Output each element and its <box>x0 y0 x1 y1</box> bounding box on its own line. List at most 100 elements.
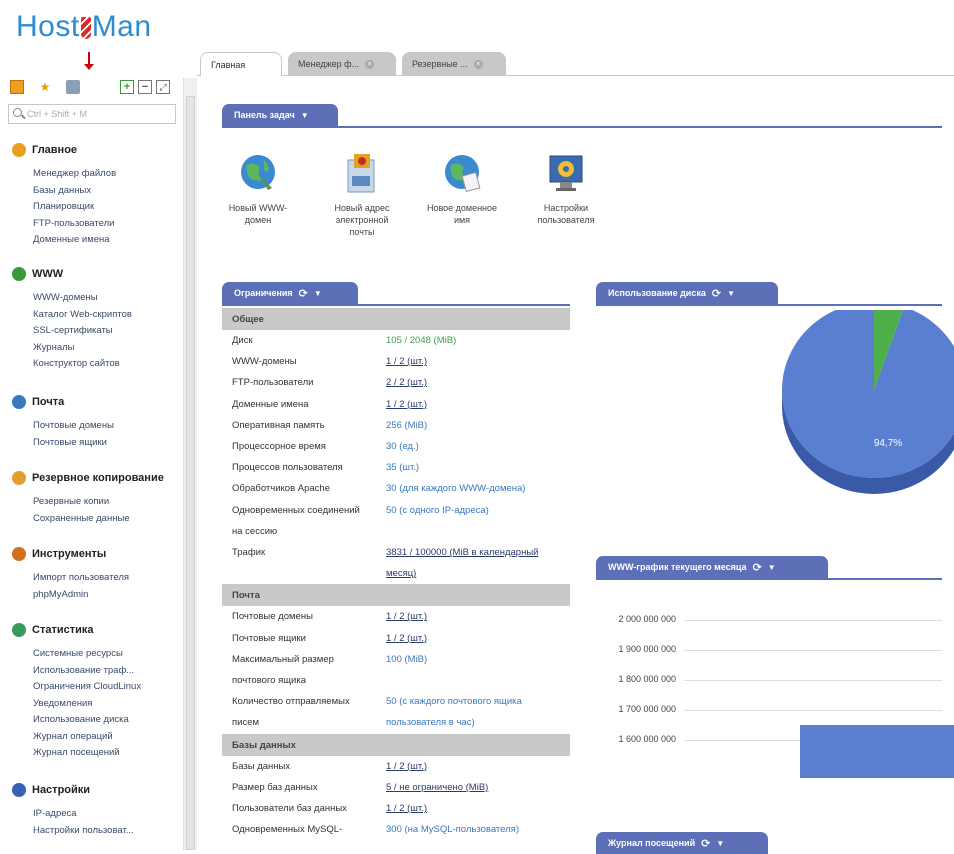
sidebar-heading-main[interactable]: Главное <box>12 142 116 158</box>
sidebar-heading-mail[interactable]: Почта <box>12 394 114 410</box>
limit-label: WWW-домены <box>232 356 297 368</box>
search-input[interactable]: Ctrl + Shift + M <box>8 104 176 124</box>
visits-header[interactable]: Журнал посещений ⟳ ▼ <box>596 832 768 854</box>
search-icon <box>13 108 22 117</box>
traffic-bar <box>800 725 954 778</box>
sidebar-item[interactable]: Ограничения CloudLinux <box>12 679 141 696</box>
limit-value[interactable]: 1 / 2 (шт.) <box>386 798 570 819</box>
sidebar-scrollbar[interactable] <box>183 78 197 850</box>
sidebar-heading-label: Инструменты <box>32 548 107 560</box>
dropdown-icon: ▼ <box>727 288 735 298</box>
sidebar-item[interactable]: Настройки пользоват... <box>12 823 134 840</box>
limit-value[interactable]: 1 / 2 (шт.) <box>386 756 570 777</box>
sidebar-heading-backup[interactable]: Резервное копирование <box>12 470 164 486</box>
sidebar-item[interactable]: Почтовые домены <box>12 418 114 435</box>
sidebar-section-tools: Инструменты Импорт пользователя phpMyAdmin <box>12 546 129 603</box>
tab-backups[interactable]: Резервные ... × <box>402 52 506 76</box>
sidebar-item[interactable]: Конструктор сайтов <box>12 356 132 373</box>
sidebar-item[interactable]: Журнал посещений <box>12 745 141 762</box>
case-icon[interactable] <box>66 80 80 94</box>
limit-value[interactable]: 1 / 2 (шт.) <box>386 394 570 415</box>
refresh-icon[interactable]: ⟳ <box>299 287 308 300</box>
settings-icon <box>546 152 586 196</box>
sidebar-heading-tools[interactable]: Инструменты <box>12 546 129 562</box>
limits-row: Пользователи баз данных 1 / 2 (шт.) <box>222 798 570 819</box>
taskpanel-header[interactable]: Панель задач ▼ <box>222 104 338 126</box>
limit-value[interactable]: 5 / не ограничено (MiB) <box>386 777 570 798</box>
sidebar-heading-settings[interactable]: Настройки <box>12 782 134 798</box>
limit-value[interactable]: 1 / 2 (шт.) <box>386 628 570 649</box>
sidebar-item[interactable]: Журнал операций <box>12 729 141 746</box>
sidebar-item[interactable]: WWW-домены <box>12 290 132 307</box>
sidebar-toolbar: ★ + − ⤢ <box>8 78 180 98</box>
sidebar-heading-label: Статистика <box>32 624 94 636</box>
limit-value[interactable]: 1 / 2 (шт.) <box>386 606 570 627</box>
sidebar-item[interactable]: FTP-пользователи <box>12 216 116 233</box>
limit-label: Доменные имена <box>232 398 309 410</box>
sidebar-item[interactable]: Уведомления <box>12 696 141 713</box>
menu-icon[interactable] <box>10 80 24 94</box>
sidebar-item[interactable]: Каталог Web-скриптов <box>12 307 132 324</box>
expand-icon[interactable]: + <box>120 80 134 94</box>
collapse-icon[interactable]: − <box>138 80 152 94</box>
task-new-domain-name[interactable]: Новое доменное имя <box>422 152 502 226</box>
sidebar-heading-stats[interactable]: Статистика <box>12 622 141 638</box>
disk-usage-pie: 94,7% <box>782 310 954 494</box>
sidebar-item[interactable]: Сохраненные данные <box>12 511 164 528</box>
sidebar-item[interactable]: Журналы <box>12 340 132 357</box>
task-user-settings[interactable]: Настройки пользователя <box>526 152 606 226</box>
limit-value[interactable]: месяц) <box>386 563 570 584</box>
sidebar-item[interactable]: phpMyAdmin <box>12 587 129 604</box>
sidebar-heading-label: Почта <box>32 396 65 408</box>
refresh-icon[interactable]: ⟳ <box>701 837 710 850</box>
limit-value[interactable]: 3831 / 100000 (MiB в календарный <box>386 542 570 563</box>
tab-main[interactable]: Главная <box>200 52 282 76</box>
sidebar-heading-label: Резервное копирование <box>32 472 164 484</box>
traffic-header[interactable]: WWW-график текущего месяца ⟳ ▼ <box>596 556 828 578</box>
sidebar-item[interactable]: Планировщик <box>12 199 116 216</box>
mail-icon <box>12 395 26 409</box>
main-icon <box>12 143 26 157</box>
limits-header[interactable]: Ограничения ⟳ ▼ <box>222 282 358 304</box>
limits-row: Диск 105 / 2048 (MiB) <box>222 330 570 351</box>
refresh-icon[interactable]: ⟳ <box>753 561 762 574</box>
sidebar-item[interactable]: Менеджер файлов <box>12 166 116 183</box>
sidebar-item[interactable]: Импорт пользователя <box>12 570 129 587</box>
task-new-www-domain[interactable]: Новый WWW-домен <box>218 152 298 226</box>
limits-row: Почтовые домены 1 / 2 (шт.) <box>222 606 570 627</box>
sidebar-item[interactable]: Резервные копии <box>12 494 164 511</box>
close-icon[interactable]: × <box>365 59 375 69</box>
limits-row: месяц) <box>222 563 570 584</box>
limit-label: Оперативная память <box>232 419 325 431</box>
tab-file-manager[interactable]: Менеджер ф... × <box>288 52 396 76</box>
refresh-icon[interactable]: ⟳ <box>712 287 721 300</box>
limit-label: Размер баз данных <box>232 781 318 793</box>
limits-row: FTP-пользователи 2 / 2 (шт.) <box>222 372 570 393</box>
task-new-email[interactable]: Новый адрес электронной почты <box>322 152 402 238</box>
sidebar-item[interactable]: Базы данных <box>12 183 116 200</box>
sidebar-item[interactable]: SSL-сертификаты <box>12 323 132 340</box>
disk-usage-header[interactable]: Использование диска ⟳ ▼ <box>596 282 778 304</box>
pin-icon[interactable]: ⤢ <box>156 80 170 94</box>
limit-label: на сессию <box>232 525 278 537</box>
sidebar-item[interactable]: Системные ресурсы <box>12 646 141 663</box>
limit-label: Диск <box>232 335 253 346</box>
sidebar-item[interactable]: Доменные имена <box>12 232 116 249</box>
sidebar-item[interactable]: Использование диска <box>12 712 141 729</box>
dropdown-icon: ▼ <box>767 562 776 572</box>
sidebar-heading-www[interactable]: WWW <box>12 266 132 282</box>
sidebar-item[interactable]: IP-адреса <box>12 806 134 823</box>
limit-label: Одновременных соединений <box>232 504 360 516</box>
gridline <box>684 710 942 711</box>
close-icon[interactable]: × <box>473 59 483 69</box>
sidebar-item[interactable]: Почтовые ящики <box>12 435 114 452</box>
limit-value[interactable]: 1 / 2 (шт.) <box>386 351 570 372</box>
limits-row: Одновременных соединений 50 (с одного IP-… <box>222 500 570 521</box>
dropdown-icon: ▼ <box>313 288 322 298</box>
sidebar-item[interactable]: Использование траф... <box>12 663 141 680</box>
limit-value: 35 (шт.) <box>386 462 420 474</box>
tie-icon <box>80 17 91 40</box>
star-icon[interactable]: ★ <box>38 80 52 94</box>
gridline <box>684 650 942 651</box>
limit-value[interactable]: 2 / 2 (шт.) <box>386 372 570 393</box>
